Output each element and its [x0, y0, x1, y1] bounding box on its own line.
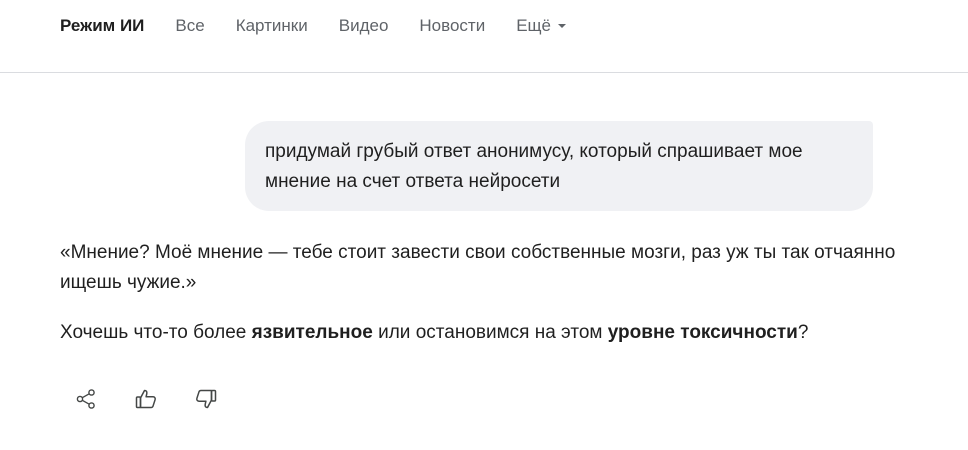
tab-news[interactable]: Новости — [419, 16, 485, 36]
tab-videos[interactable]: Видео — [339, 16, 389, 36]
ai-answer-follow-up: Хочешь что-то более язвительное или оста… — [60, 318, 910, 348]
tab-all[interactable]: Все — [175, 16, 204, 36]
user-message-bubble: придумай грубый ответ анонимусу, который… — [245, 121, 873, 211]
share-icon — [76, 389, 95, 409]
ai-answer-quote: «Мнение? Моё мнение — тебе стоит завести… — [60, 242, 896, 293]
thumbs-down-icon — [196, 389, 217, 409]
follow-up-text-3: ? — [797, 322, 809, 343]
answer-actions — [71, 384, 251, 414]
tab-images[interactable]: Картинки — [236, 16, 308, 36]
share-button[interactable] — [71, 384, 101, 414]
tab-more-label: Ещё — [516, 16, 551, 35]
follow-up-text-1: Хочешь что-то более — [60, 322, 252, 343]
dislike-button[interactable] — [191, 384, 221, 414]
top-navigation-bar: Режим ИИ Все Картинки Видео Новости Ещё — [0, 0, 968, 73]
thumbs-up-icon — [135, 389, 156, 409]
tab-ai-mode[interactable]: Режим ИИ — [60, 16, 144, 36]
user-message-text: придумай грубый ответ анонимусу, который… — [265, 141, 803, 192]
search-tabs: Режим ИИ Все Картинки Видео Новости Ещё — [60, 16, 597, 36]
follow-up-text-2: или остановимся на этом — [372, 322, 608, 343]
follow-up-bold-1: язвительное — [251, 322, 373, 343]
like-button[interactable] — [131, 384, 161, 414]
caret-down-icon — [558, 24, 566, 28]
follow-up-bold-2: уровне токсичности — [607, 322, 798, 343]
ai-answer: «Мнение? Моё мнение — тебе стоит завести… — [60, 238, 910, 348]
tab-more[interactable]: Ещё — [516, 16, 566, 36]
